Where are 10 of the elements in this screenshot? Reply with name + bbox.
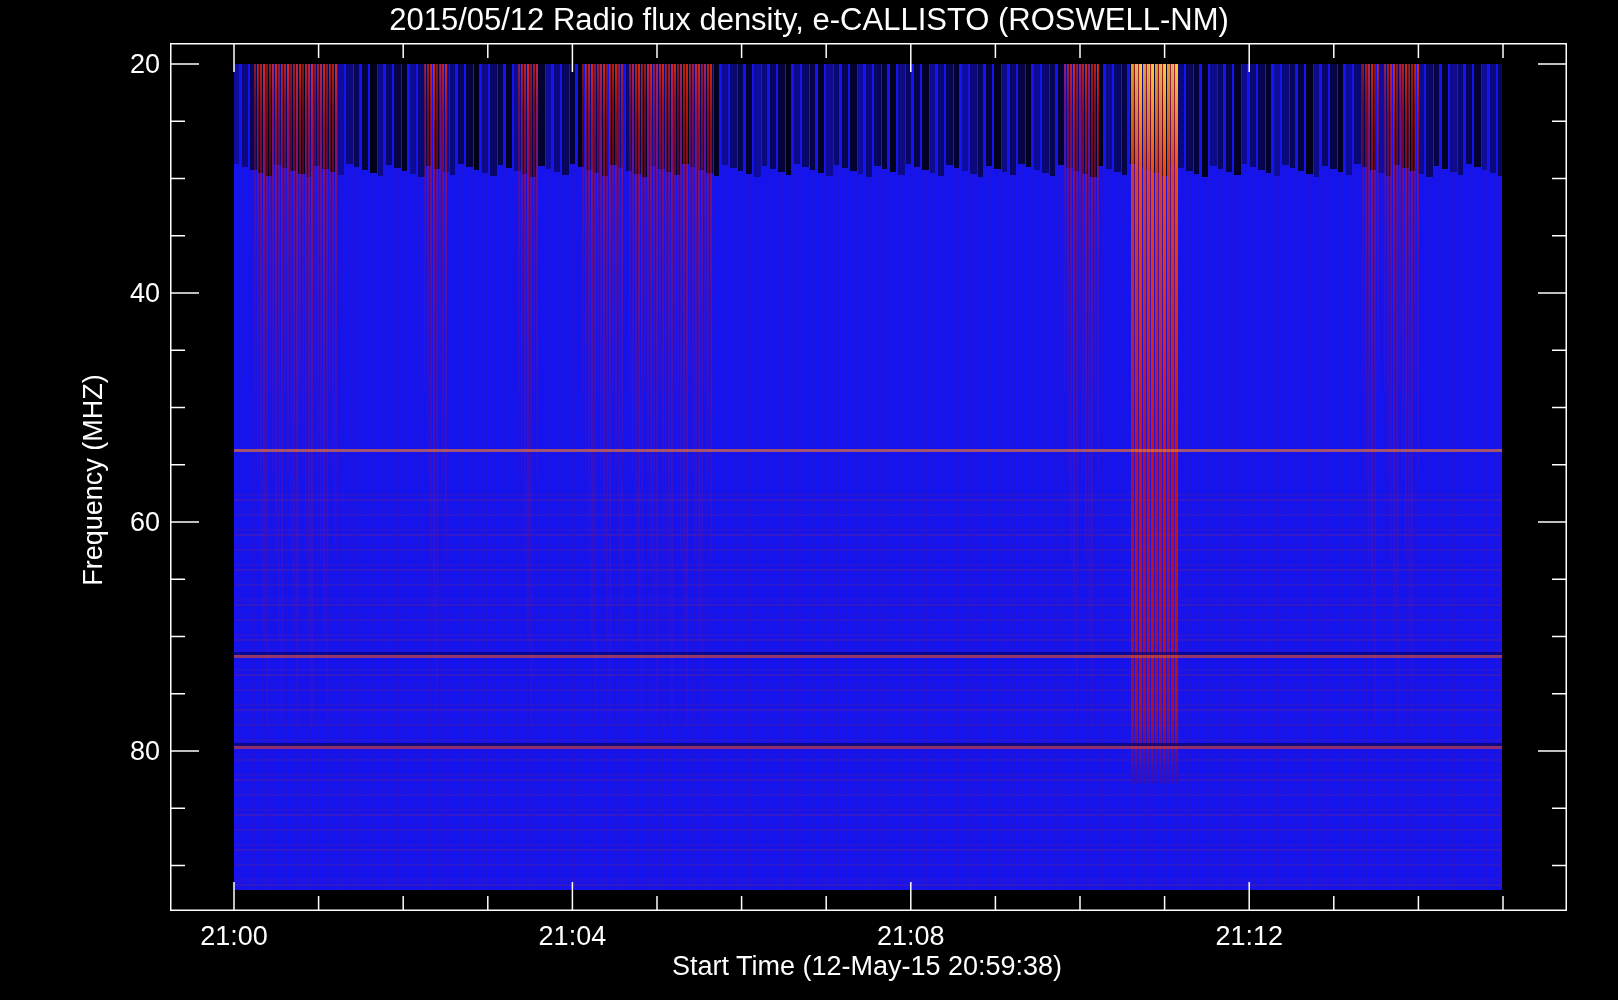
- x-tick-label: 21:04: [537, 921, 608, 951]
- chart-title: 2015/05/12 Radio flux density, e-CALLISTO (ROSWELL-NM): [388, 2, 1230, 38]
- y-tick-label: 40: [128, 278, 160, 308]
- x-axis-label: Start Time (12-May-15 20:59:38): [670, 951, 1064, 981]
- y-tick-label: 20: [128, 49, 160, 79]
- x-tick-label: 21:12: [1214, 921, 1284, 951]
- x-tick-label: 21:08: [876, 921, 946, 951]
- x-tick-label: 21:00: [199, 921, 269, 951]
- y-axis-label: Frequency (MHZ): [78, 373, 108, 588]
- y-tick-label: 80: [128, 736, 160, 766]
